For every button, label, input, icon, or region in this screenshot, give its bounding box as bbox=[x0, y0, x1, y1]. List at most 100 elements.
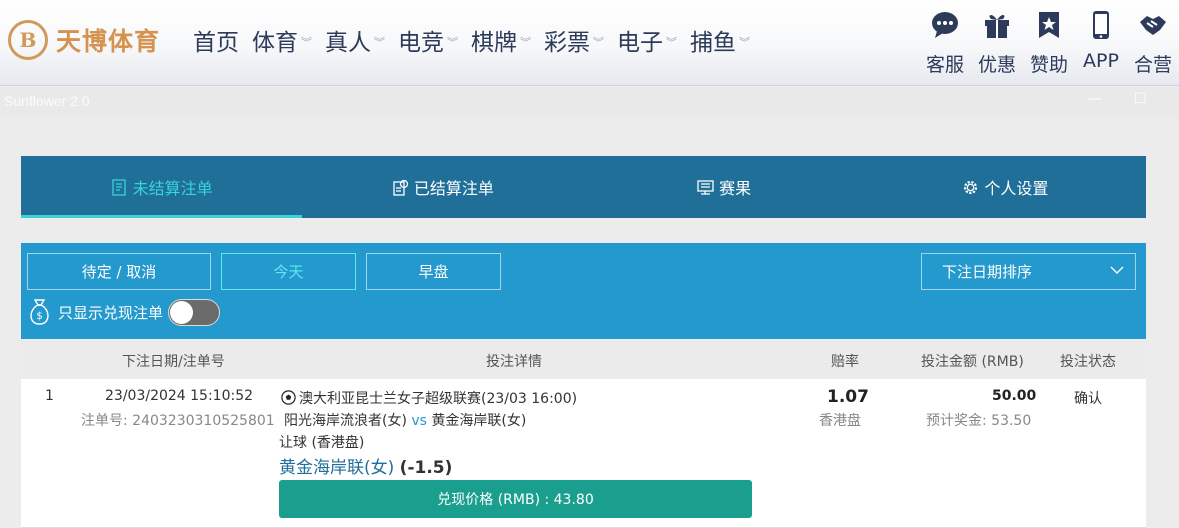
tab-label: 已结算注单 bbox=[413, 179, 494, 198]
svg-text:$: $ bbox=[36, 311, 42, 322]
header-detail: 投注详情 bbox=[486, 354, 542, 370]
bet-datetime: 23/03/2024 15:10:52 bbox=[105, 388, 254, 404]
pending-cancelled-button[interactable]: 待定 / 取消 bbox=[27, 253, 211, 290]
chevron-down-icon bbox=[1110, 266, 1124, 274]
cashout-only-toggle[interactable] bbox=[168, 298, 221, 326]
early-market-button[interactable]: 早盘 bbox=[366, 253, 501, 290]
brand-name: 天博体育 bbox=[56, 27, 161, 56]
bet-selection: 黄金海岸联(女) (-1.5) bbox=[279, 453, 452, 478]
results-icon bbox=[697, 179, 714, 195]
quick-links: 客服 优惠 赞助 APP 合营 bbox=[919, 10, 1179, 77]
table-header: 下注日期/注单号 投注详情 赔率 投注金额 (RMB) 投注状态 bbox=[21, 339, 1146, 379]
odds-type: 香港盘 bbox=[819, 413, 861, 429]
tab-label: 赛果 bbox=[719, 179, 752, 198]
money-bag-icon: $ bbox=[30, 299, 49, 325]
quick-link-label: 优惠 bbox=[977, 54, 1016, 76]
toggle-knob bbox=[170, 300, 194, 324]
chevron-down-icon: ︾ bbox=[666, 36, 677, 49]
quick-link-support[interactable]: 客服 bbox=[919, 10, 971, 77]
bet-status: 确认 bbox=[1074, 391, 1102, 407]
unsettled-icon bbox=[111, 178, 126, 196]
today-button[interactable]: 今天 bbox=[221, 253, 356, 290]
quick-link-label: 客服 bbox=[925, 54, 964, 76]
star-badge-icon bbox=[1039, 12, 1059, 38]
match-teams: 阳光海岸流浪者(女) vs 黄金海岸联(女) bbox=[284, 410, 526, 430]
quick-link-app[interactable]: APP bbox=[1075, 10, 1127, 77]
main-nav: 首页 体育 ︾ 真人 ︾ 电竞 ︾ 棋牌 ︾ 彩票 ︾ 电子 ︾ 捕鱼 ︾ bbox=[193, 22, 763, 58]
nav-item-home[interactable]: 首页 bbox=[193, 23, 239, 57]
gift-icon bbox=[985, 14, 1009, 38]
header-status: 投注状态 bbox=[1060, 354, 1116, 370]
chevron-down-icon: ︾ bbox=[447, 36, 458, 49]
nav-label: 棋牌 bbox=[471, 30, 517, 56]
selection-handicap: (-1.5) bbox=[399, 458, 453, 478]
stake-amount: 50.00 bbox=[992, 388, 1037, 404]
settled-icon bbox=[393, 179, 409, 196]
sort-select-label: 下注日期排序 bbox=[942, 263, 1033, 281]
chevron-down-icon: ︾ bbox=[520, 36, 531, 49]
top-navigation: B 天博体育 首页 体育 ︾ 真人 ︾ 电竞 ︾ 棋牌 ︾ 彩票 ︾ 电子 ︾ 捕鱼 ︾ 客服 bbox=[0, 0, 1179, 86]
quick-link-label: 合营 bbox=[1133, 54, 1172, 76]
nav-item-fishing[interactable]: 捕鱼 ︾ bbox=[690, 23, 750, 57]
sort-select[interactable]: 下注日期排序 bbox=[921, 253, 1136, 290]
tab-settings[interactable]: 个人设置 bbox=[865, 156, 1146, 218]
header-amount: 投注金额 (RMB) bbox=[921, 354, 1024, 370]
tab-settled[interactable]: 已结算注单 bbox=[302, 156, 583, 218]
nav-label: 真人 bbox=[325, 30, 371, 56]
estimated-payout: 预计奖金: 53.50 bbox=[926, 413, 1032, 429]
header-odds: 赔率 bbox=[831, 354, 859, 370]
home-team: 阳光海岸流浪者(女) bbox=[284, 413, 407, 429]
row-index: 1 bbox=[45, 388, 54, 404]
tab-unsettled[interactable]: 未结算注单 bbox=[21, 156, 303, 218]
selection-team: 黄金海岸联(女) bbox=[279, 458, 395, 478]
cashout-only-filter: $ 只显示兑现注单 bbox=[27, 298, 221, 326]
cashout-only-label: 只显示兑现注单 bbox=[58, 303, 164, 322]
window-titlebar: Sunflower 2.0 — ☐ bbox=[0, 87, 1179, 117]
filter-panel: 待定 / 取消 今天 早盘 下注日期排序 $ 只显示兑现注单 bbox=[21, 243, 1146, 339]
nav-label: 彩票 bbox=[544, 30, 590, 56]
league-name: 澳大利亚昆士兰女子超级联赛(23/03 16:00) bbox=[299, 391, 578, 407]
tab-label: 个人设置 bbox=[984, 179, 1049, 198]
quick-link-sponsorship[interactable]: 赞助 bbox=[1023, 10, 1075, 77]
market-name: 让球 (香港盘) bbox=[279, 435, 365, 451]
chevron-down-icon: ︾ bbox=[593, 36, 604, 49]
chevron-down-icon: ︾ bbox=[301, 36, 312, 49]
maximize-icon[interactable]: ☐ bbox=[1134, 91, 1147, 107]
nav-label: 捕鱼 bbox=[690, 30, 736, 56]
quick-link-affiliate[interactable]: 合营 bbox=[1127, 10, 1179, 77]
nav-label: 电竞 bbox=[398, 30, 444, 56]
chevron-down-icon: ︾ bbox=[374, 36, 385, 49]
nav-item-sports[interactable]: 体育 ︾ bbox=[252, 23, 312, 57]
gear-icon bbox=[964, 180, 978, 194]
nav-item-cards[interactable]: 棋牌 ︾ bbox=[471, 23, 531, 57]
versus-label: vs bbox=[411, 413, 427, 429]
bet-number: 注单号: 2403230310525801 bbox=[81, 413, 275, 429]
nav-item-lottery[interactable]: 彩票 ︾ bbox=[544, 23, 604, 57]
tab-results[interactable]: 赛果 bbox=[584, 156, 865, 218]
nav-item-slots[interactable]: 电子 ︾ bbox=[617, 23, 677, 57]
chat-icon bbox=[932, 12, 958, 38]
soccer-ball-icon bbox=[281, 390, 296, 405]
phone-icon bbox=[1093, 11, 1109, 39]
odds-value: 1.07 bbox=[827, 387, 869, 407]
nav-item-esports[interactable]: 电竞 ︾ bbox=[398, 23, 458, 57]
quick-link-label: 赞助 bbox=[1029, 54, 1068, 76]
chevron-down-icon: ︾ bbox=[739, 36, 750, 49]
nav-label: 电子 bbox=[617, 30, 663, 56]
minimize-icon[interactable]: — bbox=[1088, 91, 1102, 107]
quick-link-promotions[interactable]: 优惠 bbox=[971, 10, 1023, 77]
quick-link-label: APP bbox=[1083, 50, 1119, 72]
tab-label: 未结算注单 bbox=[132, 179, 213, 198]
nav-label: 首页 bbox=[193, 30, 239, 56]
brand-logo[interactable]: B 天博体育 bbox=[8, 18, 160, 62]
nav-item-live-casino[interactable]: 真人 ︾ bbox=[325, 23, 385, 57]
brand-logo-mark: B bbox=[8, 20, 48, 60]
away-team: 黄金海岸联(女) bbox=[431, 413, 527, 429]
handshake-icon bbox=[1140, 16, 1166, 35]
table-row: 1 23/03/2024 15:10:52 注单号: 2403230310525… bbox=[21, 379, 1146, 528]
league-line: 澳大利亚昆士兰女子超级联赛(23/03 16:00) bbox=[281, 388, 577, 408]
cashout-button[interactable]: 兑现价格 (RMB) : 43.80 bbox=[279, 480, 752, 518]
header-date: 下注日期/注单号 bbox=[122, 354, 225, 370]
nav-label: 体育 bbox=[252, 30, 298, 56]
window-title: Sunflower 2.0 bbox=[4, 93, 90, 109]
